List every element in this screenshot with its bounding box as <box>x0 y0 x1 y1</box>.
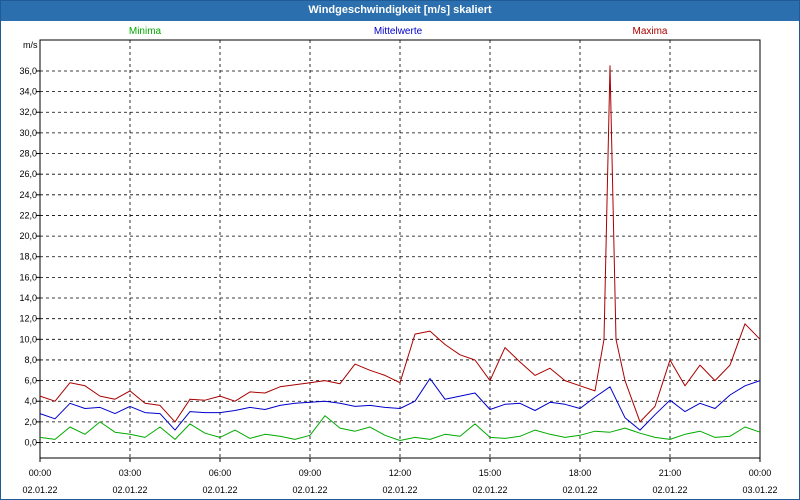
x-tick-date: 02.01.22 <box>292 485 327 495</box>
x-tick-date: 02.01.22 <box>22 485 57 495</box>
y-tick-label: 26,0 <box>19 169 37 179</box>
axes: 0,0 2,0 4,0 6,0 8,0 10,0 12,0 14,0 16,0 18,0 20,0 2… <box>19 39 778 495</box>
x-tick-date: 02.01.22 <box>652 485 687 495</box>
x-tick-label: 00:00 <box>29 468 52 478</box>
x-tick-label: 09:00 <box>299 468 322 478</box>
x-tick-date: 02.01.22 <box>382 485 417 495</box>
x-tick-label: 06:00 <box>209 468 232 478</box>
y-tick-label: 20,0 <box>19 231 37 241</box>
y-tick-label: 22,0 <box>19 210 37 220</box>
x-tick-label: 00:00 <box>749 468 772 478</box>
y-tick-label: 0,0 <box>24 438 37 448</box>
legend: Minima Mittelwerte Maxima <box>129 26 668 37</box>
y-tick-label: 12,0 <box>19 314 37 324</box>
y-tick-label: 2,0 <box>24 417 37 427</box>
x-tick-date: 02.01.22 <box>472 485 507 495</box>
x-tick-label: 03:00 <box>119 468 142 478</box>
y-tick-label: 6,0 <box>24 376 37 386</box>
x-tick-date: 02.01.22 <box>202 485 237 495</box>
y-axis-label: m/s <box>23 40 38 50</box>
x-tick-label: 12:00 <box>389 468 412 478</box>
x-tick-label: 21:00 <box>659 468 682 478</box>
x-tick-date: 03.01.22 <box>742 485 777 495</box>
y-tick-label: 34,0 <box>19 87 37 97</box>
x-tick-date: 02.01.22 <box>562 485 597 495</box>
y-tick-label: 10,0 <box>19 334 37 344</box>
y-tick-label: 24,0 <box>19 190 37 200</box>
x-tick-label: 18:00 <box>569 468 592 478</box>
x-tick-label: 15:00 <box>479 468 502 478</box>
x-tick-date: 02.01.22 <box>112 485 147 495</box>
series-line-mittelwerte <box>39 378 761 431</box>
y-tick-label: 4,0 <box>24 396 37 406</box>
y-tick-label: 36,0 <box>19 66 37 76</box>
legend-entry-minima: Minima <box>129 26 162 37</box>
y-tick-label: 18,0 <box>19 252 37 262</box>
y-tick-label: 32,0 <box>19 107 37 117</box>
grid <box>40 40 760 458</box>
y-tick-label: 30,0 <box>19 128 37 138</box>
y-tick-label: 28,0 <box>19 149 37 159</box>
y-tick-label: 14,0 <box>19 293 37 303</box>
y-tick-label: 16,0 <box>19 272 37 282</box>
legend-entry-mittelwerte: Mittelwerte <box>374 26 423 37</box>
legend-entry-maxima: Maxima <box>632 26 667 37</box>
wind-speed-chart: 0,0 2,0 4,0 6,0 8,0 10,0 12,0 14,0 16,0 18,0 20,0 2… <box>19 26 778 495</box>
y-tick-label: 8,0 <box>24 355 37 365</box>
